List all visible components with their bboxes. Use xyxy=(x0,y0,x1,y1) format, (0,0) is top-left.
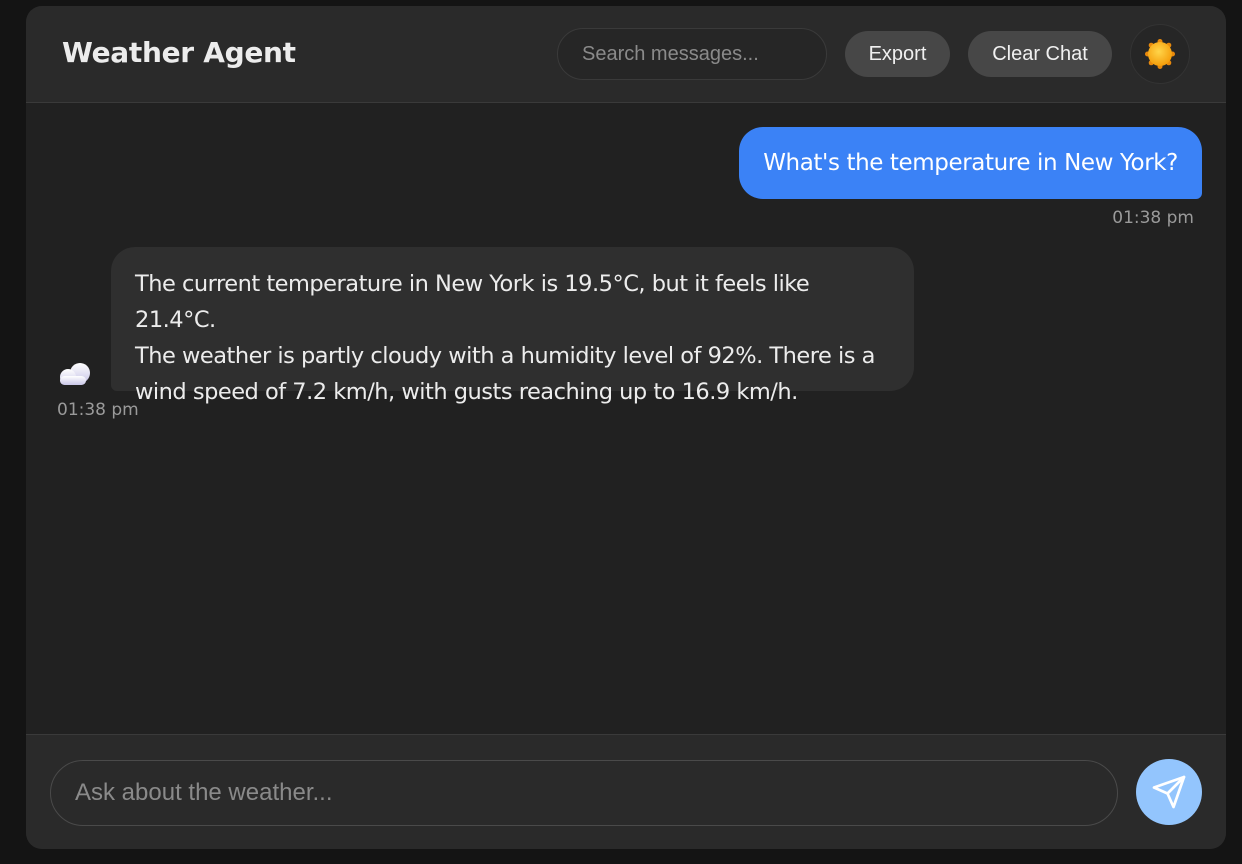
clear-chat-button[interactable]: Clear Chat xyxy=(968,31,1112,77)
assistant-avatar xyxy=(56,362,94,388)
send-button[interactable] xyxy=(1136,759,1202,825)
assistant-message-line: The weather is partly cloudy with a humi… xyxy=(135,343,875,369)
assistant-message-line: The current temperature in New York is 1… xyxy=(135,271,810,333)
assistant-message-bubble: The current temperature in New York is 1… xyxy=(111,247,914,405)
send-icon xyxy=(1152,775,1186,809)
cloud-icon xyxy=(60,363,90,385)
assistant-message-time: 01:38 pm xyxy=(57,400,139,420)
message-input[interactable] xyxy=(50,760,1118,826)
message-list: What's the temperature in New York? 01:3… xyxy=(26,104,1226,734)
export-button[interactable]: Export xyxy=(845,31,950,77)
composer xyxy=(26,734,1226,849)
theme-toggle-button[interactable] xyxy=(1130,24,1190,84)
sun-icon xyxy=(1145,39,1175,69)
user-message-text: What's the temperature in New York? xyxy=(763,150,1178,176)
app-title: Weather Agent xyxy=(62,36,296,69)
header: Weather Agent Export Clear Chat xyxy=(26,6,1226,103)
user-message-time: 01:38 pm xyxy=(1112,208,1194,228)
search-input[interactable] xyxy=(557,28,827,80)
user-message-bubble: What's the temperature in New York? xyxy=(739,127,1202,199)
chat-app: Weather Agent Export Clear Chat xyxy=(26,6,1226,849)
assistant-message-line: wind speed of 7.2 km/h, with gusts reach… xyxy=(135,379,798,405)
